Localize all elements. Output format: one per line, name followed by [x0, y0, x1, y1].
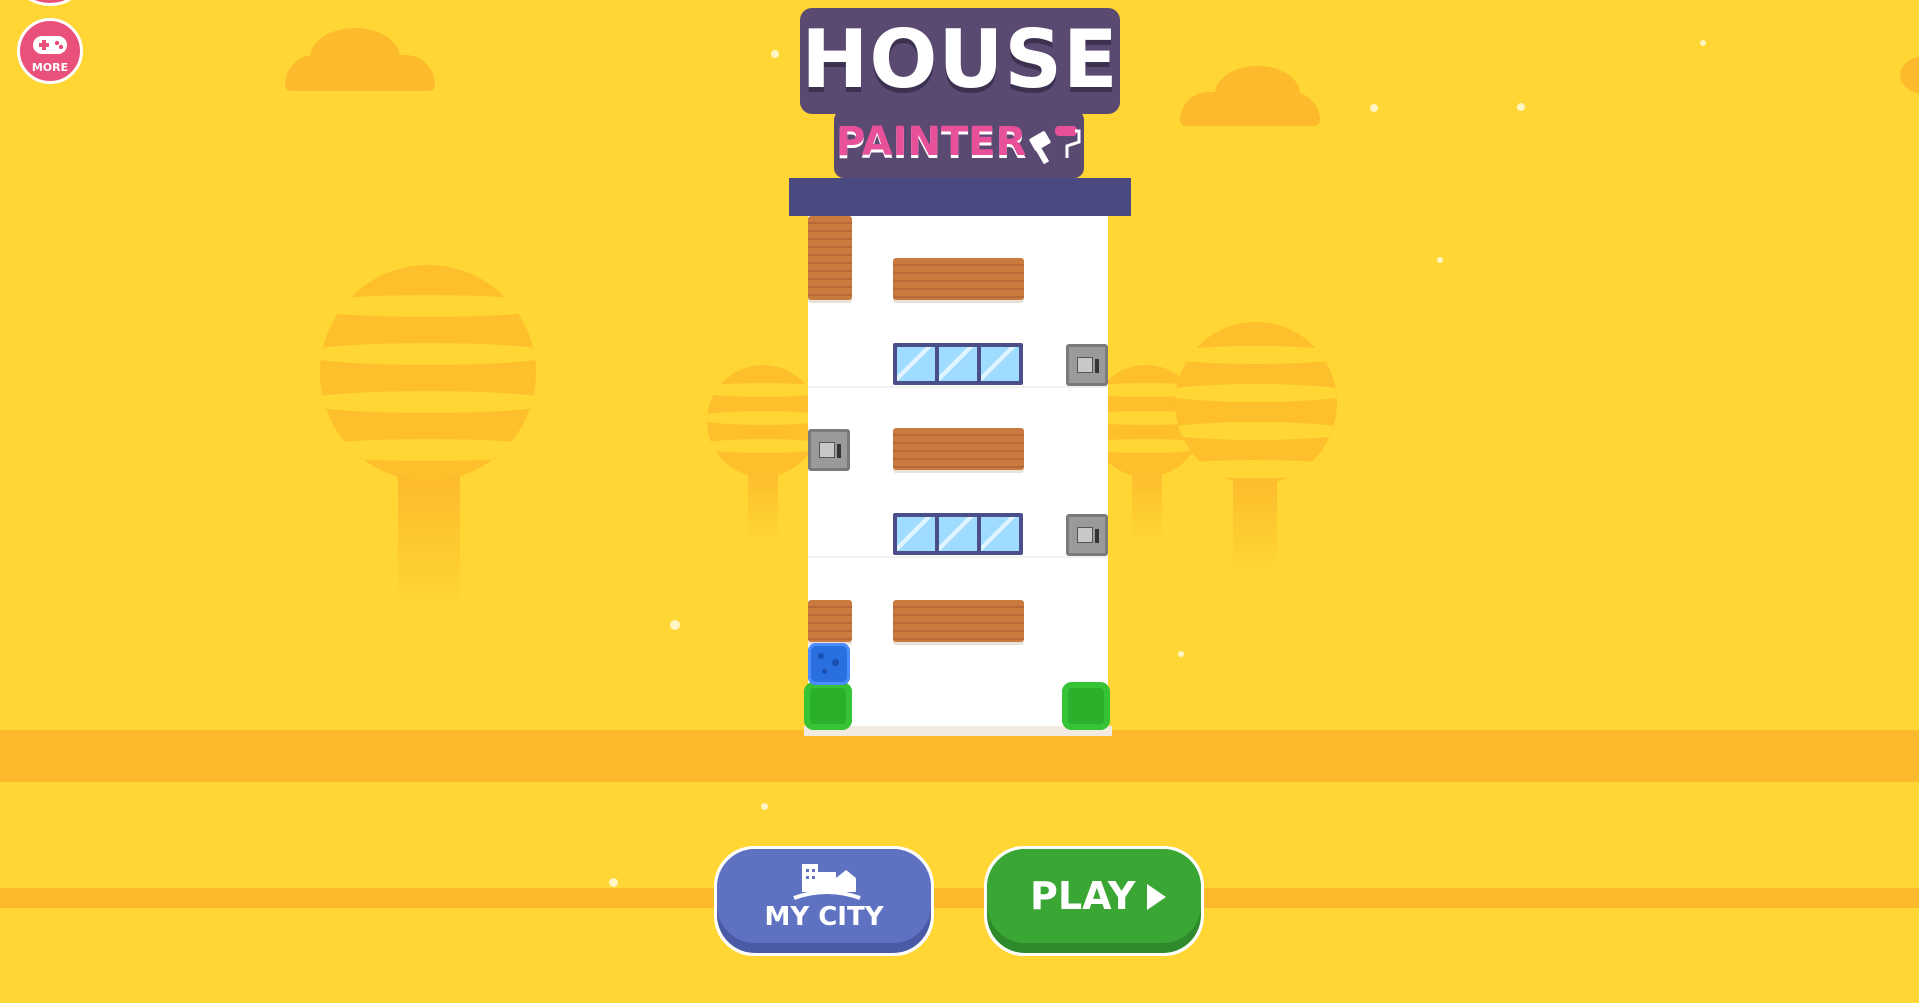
floor-line [808, 386, 1108, 388]
player-paint-block [808, 643, 850, 685]
logo-title-line1: HOUSE [801, 13, 1119, 106]
floor-line [808, 556, 1108, 558]
play-button[interactable]: PLAY [984, 846, 1204, 956]
tree-canopy [320, 265, 536, 481]
window-set [893, 513, 1023, 555]
sparkle-dot [1700, 40, 1706, 46]
ac-unit [1066, 344, 1108, 386]
gamepad-icon [33, 36, 67, 54]
sparkle-dot [609, 878, 618, 887]
cloud-puff [310, 28, 400, 88]
sparkle-dot [1437, 257, 1443, 263]
tree-canopy [1175, 322, 1337, 484]
tree-trunk [1233, 470, 1277, 570]
wood-panel [808, 600, 852, 642]
sparkle-dot [771, 50, 779, 58]
sparkle-dot [1370, 104, 1378, 112]
building-roof [789, 178, 1131, 216]
bush [804, 682, 852, 730]
my-city-button-label: MY CITY [764, 902, 884, 932]
play-button-label: PLAY [1030, 874, 1136, 918]
cloud-puff [1215, 66, 1300, 122]
ground-band [0, 730, 1919, 782]
ac-unit [1066, 514, 1108, 556]
wood-panel [893, 600, 1024, 642]
cloud-puff [1900, 55, 1919, 95]
sparkle-dot [761, 803, 768, 810]
city-icon [793, 864, 861, 900]
tree-canopy [707, 365, 819, 477]
sparkle-dot [670, 620, 680, 630]
top-left-partial-button[interactable] [18, 0, 82, 6]
game-canvas: MORE HOUSE PAINTER MY CITY PLAY [0, 0, 1919, 1003]
tree-trunk [398, 470, 460, 605]
play-triangle-icon [1147, 884, 1166, 910]
wood-panel [808, 216, 852, 300]
paint-roller-brush-icon [1029, 126, 1081, 165]
ground-band [0, 888, 1919, 908]
window-set [893, 343, 1023, 385]
wood-panel [893, 428, 1024, 470]
more-games-button[interactable]: MORE [17, 18, 83, 84]
more-button-label: MORE [31, 61, 69, 74]
my-city-button[interactable]: MY CITY [714, 846, 934, 956]
sparkle-dot [1517, 103, 1525, 111]
logo-title-line2: PAINTER [836, 119, 1027, 165]
wood-panel [893, 258, 1024, 300]
ac-unit [808, 429, 850, 471]
bush [1062, 682, 1110, 730]
sparkle-dot [1178, 651, 1184, 657]
